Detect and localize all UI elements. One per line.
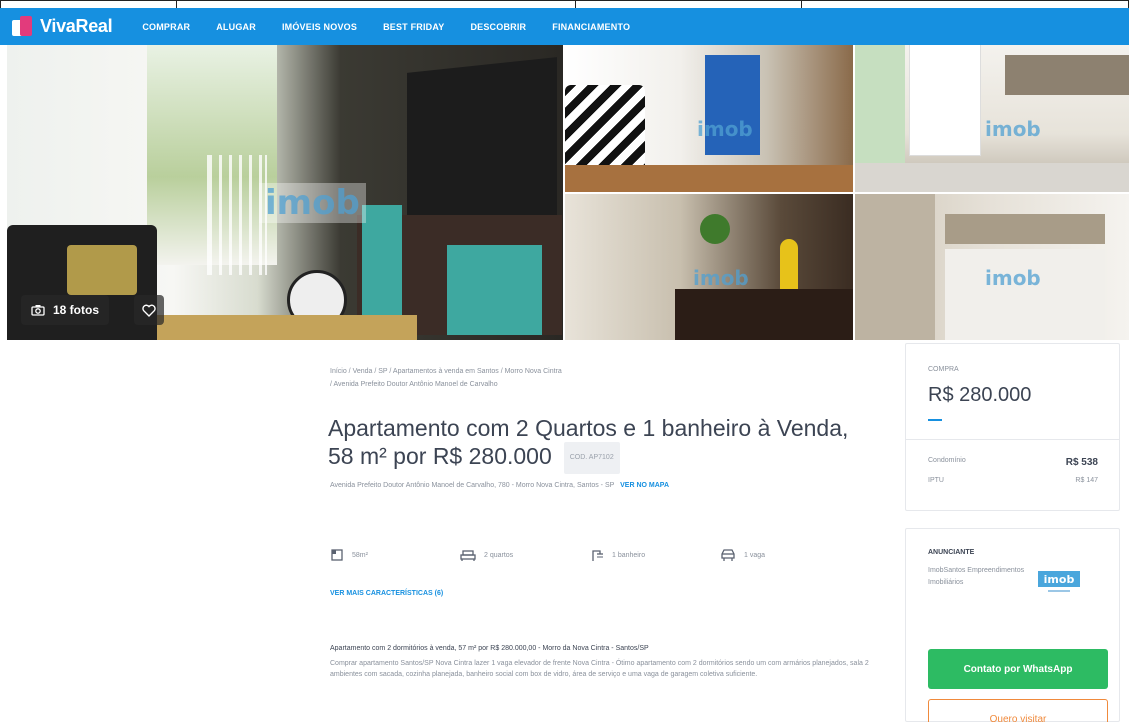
heart-icon (142, 304, 156, 317)
condo-fee-value: R$ 538 (1065, 457, 1098, 468)
breadcrumb-line-2[interactable]: / Avenida Prefeito Doutor Antônio Manoel… (330, 378, 710, 391)
top-navbar: VivaReal COMPRAR ALUGAR IMÓVEIS NOVOS BE… (0, 8, 1129, 45)
nav-comprar[interactable]: COMPRAR (142, 22, 190, 32)
photo-5[interactable]: imob (855, 194, 1129, 340)
feature-bedrooms: 2 quartos (460, 548, 590, 562)
price-label: COMPRA (928, 366, 959, 373)
logo-text: VivaReal (40, 16, 113, 36)
price-underline (928, 419, 942, 421)
photo-4[interactable]: imob (565, 194, 853, 340)
feature-bedrooms-label: 2 quartos (484, 551, 514, 559)
listing-title: Apartamento com 2 Quartos e 1 banheiro à… (328, 414, 868, 474)
price-divider (906, 439, 1119, 440)
breadcrumb-line-1[interactable]: Início / Venda / SP / Apartamentos à ven… (330, 365, 710, 378)
iptu-row: IPTU R$ 147 (928, 477, 1098, 484)
iptu-label: IPTU (928, 477, 944, 484)
watermark-2: imob (697, 117, 753, 141)
photo-main[interactable]: imob 18 fotos (7, 45, 563, 340)
price-card: COMPRA R$ 280.000 Condomínio R$ 538 IPTU… (905, 343, 1120, 511)
watermark-main: imob (259, 183, 366, 223)
vivareal-logo[interactable]: VivaReal (12, 15, 113, 38)
top-frame (0, 0, 1129, 9)
photo-3[interactable]: imob (855, 45, 1129, 192)
photos-count-label: 18 fotos (53, 303, 100, 317)
advertiser-name[interactable]: ImobSantos Empreendimentos Imobiliários (928, 565, 1038, 589)
photo-2[interactable]: imob (565, 45, 853, 192)
listing-code-badge: COD. AP7102 (563, 442, 620, 474)
price-value: R$ 280.000 (928, 384, 1032, 406)
feature-parking: 1 vaga (720, 548, 850, 562)
logo-icon (12, 15, 34, 38)
watermark-5: imob (985, 266, 1041, 290)
view-on-map-link[interactable]: VER NO MAPA (620, 482, 669, 489)
feature-bathrooms: 1 banheiro (590, 548, 720, 562)
condo-fee-row: Condomínio R$ 538 (928, 457, 1098, 468)
advertiser-card: ANUNCIANTE ImobSantos Empreendimentos Im… (905, 528, 1120, 722)
listing-address: Avenida Prefeito Doutor Antônio Manoel d… (330, 482, 870, 489)
iptu-value: R$ 147 (1075, 477, 1098, 484)
advertiser-label: ANUNCIANTE (928, 549, 975, 556)
view-more-features-link[interactable]: VER MAIS CARACTERÍSTICAS (6) (330, 590, 443, 597)
favorite-button[interactable] (134, 295, 164, 325)
photos-count-button[interactable]: 18 fotos (21, 295, 110, 325)
feature-area-label: 58m² (352, 551, 368, 559)
nav-best-friday[interactable]: BEST FRIDAY (383, 22, 444, 32)
nav-imoveis-novos[interactable]: IMÓVEIS NOVOS (282, 22, 357, 32)
bed-icon (460, 550, 476, 561)
advertiser-logo-text: imob (1044, 573, 1075, 586)
feature-parking-label: 1 vaga (744, 551, 766, 559)
nav-alugar[interactable]: ALUGAR (216, 22, 256, 32)
advertiser-logo[interactable]: imob (1038, 567, 1080, 595)
feature-bathrooms-label: 1 banheiro (612, 551, 646, 559)
car-icon (721, 549, 735, 561)
description-text: Comprar apartamento Santos/SP Nova Cintr… (330, 660, 869, 678)
address-text: Avenida Prefeito Doutor Antônio Manoel d… (330, 482, 615, 489)
photo-gallery: imob 18 fotos imob imob imob imob (7, 45, 1129, 340)
breadcrumb: Início / Venda / SP / Apartamentos à ven… (330, 365, 710, 391)
whatsapp-contact-button[interactable]: Contato por WhatsApp (928, 649, 1108, 689)
description-title: Apartamento com 2 dormitórios à venda, 5… (330, 645, 649, 652)
watermark-4: imob (693, 266, 749, 290)
nav-financiamento[interactable]: FINANCIAMENTO (552, 22, 630, 32)
shower-icon (592, 550, 603, 561)
features-row: 58m² 2 quartos 1 banheiro 1 vaga (330, 548, 850, 562)
watermark-3: imob (985, 117, 1041, 141)
feature-area: 58m² (330, 548, 460, 562)
camera-icon (31, 305, 45, 316)
schedule-visit-button[interactable]: Quero visitar (928, 699, 1108, 722)
area-icon (331, 549, 343, 561)
condo-fee-label: Condomínio (928, 457, 966, 464)
nav-descobrir[interactable]: DESCOBRIR (470, 22, 526, 32)
